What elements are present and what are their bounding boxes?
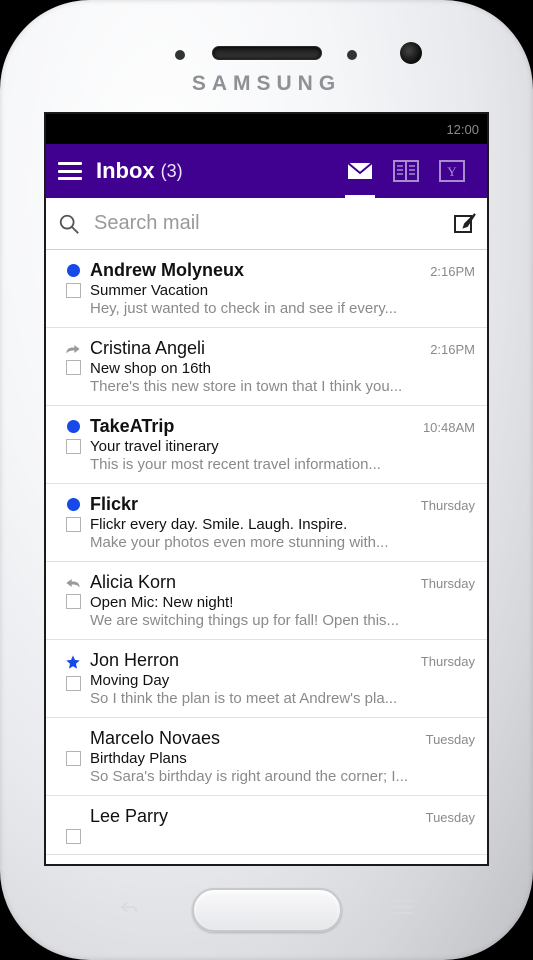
reply-icon [65,576,81,588]
mail-sender: Flickr [90,494,138,515]
mail-preview: So I think the plan is to meet at Andrew… [90,690,475,707]
select-checkbox[interactable] [66,283,81,298]
star-icon [65,654,81,670]
select-checkbox[interactable] [66,517,81,532]
select-checkbox[interactable] [66,439,81,454]
phone-brand: SAMSUNG [192,72,341,96]
phone-sensor [175,50,185,60]
mail-preview: There's this new store in town that I th… [90,378,475,395]
mail-subject: New shop on 16th [90,360,475,377]
mail-time: Thursday [421,576,475,591]
mail-item[interactable]: Cristina Angeli 2:16PM New shop on 16thThe… [46,328,487,406]
tab-mail[interactable] [337,144,383,198]
forward-icon [65,342,81,354]
phone-sensor [347,50,357,60]
unread-dot-icon [67,498,80,511]
mail-time: Tuesday [426,810,475,825]
select-checkbox[interactable] [66,751,81,766]
mail-item[interactable]: Marcelo Novaes Tuesday Birthday PlansSo Sa… [46,718,487,796]
mail-item[interactable]: Alicia Korn Thursday Open Mic: New night!W… [46,562,487,640]
mail-subject: Birthday Plans [90,750,475,767]
mail-sender: Marcelo Novaes [90,728,220,749]
svg-text:Y: Y [447,164,457,179]
phone-frame: SAMSUNG 12:00 Inbox (3) [0,0,533,960]
mail-subject: Moving Day [90,672,475,689]
mail-preview: Hey, just wanted to check in and see if … [90,300,475,317]
mail-subject: Flickr every day. Smile. Laugh. Inspire. [90,516,475,533]
mail-list[interactable]: Andrew Molyneux 2:16PM Summer VacationHey,… [46,250,487,864]
select-checkbox[interactable] [66,829,81,844]
app-header: Inbox (3) Y [46,144,487,198]
mail-subject: Open Mic: New night! [90,594,475,611]
phone-front-camera [400,42,422,64]
compose-button[interactable] [453,212,477,236]
mail-time: Thursday [421,498,475,513]
mail-preview: Make your photos even more stunning with… [90,534,475,551]
status-bar: 12:00 [46,114,487,144]
search-icon [58,213,80,235]
mail-item[interactable]: Jon Herron Thursday Moving DaySo I think t… [46,640,487,718]
mail-time: Thursday [421,654,475,669]
mail-subject: Summer Vacation [90,282,475,299]
select-checkbox[interactable] [66,676,81,691]
mail-sender: Cristina Angeli [90,338,205,359]
mail-sender: Jon Herron [90,650,179,671]
capacitive-back-button[interactable] [120,900,138,914]
mail-sender: TakeATrip [90,416,174,437]
mail-preview: So Sara's birthday is right around the c… [90,768,475,785]
mail-time: 2:16PM [430,264,475,279]
mail-item[interactable]: Andrew Molyneux 2:16PM Summer VacationHey,… [46,250,487,328]
mail-time: 10:48AM [423,420,475,435]
folder-title: Inbox [96,158,155,184]
select-checkbox[interactable] [66,594,81,609]
mail-preview: We are switching things up for fall! Ope… [90,612,475,629]
mail-preview: This is your most recent travel informat… [90,456,475,473]
home-button[interactable] [192,888,342,932]
mail-item[interactable]: Flickr Thursday Flickr every day. Smile. L… [46,484,487,562]
capacitive-menu-button[interactable] [393,900,413,914]
mail-item[interactable]: TakeATrip 10:48AM Your travel itineraryThi… [46,406,487,484]
mail-time: Tuesday [426,732,475,747]
mail-sender: Lee Parry [90,806,168,827]
phone-speaker [212,46,322,60]
folder-count: (3) [161,161,183,182]
tab-yahoo[interactable]: Y [429,144,475,198]
mail-time: 2:16PM [430,342,475,357]
unread-dot-icon [67,420,80,433]
mail-item[interactable]: Lee Parry Tuesday [46,796,487,855]
mail-sender: Andrew Molyneux [90,260,244,281]
tab-news[interactable] [383,144,429,198]
mail-sender: Alicia Korn [90,572,176,593]
select-checkbox[interactable] [66,360,81,375]
search-bar[interactable]: Search mail [46,198,487,250]
screen: 12:00 Inbox (3) Y Search mail [44,112,489,866]
mail-subject: Your travel itinerary [90,438,475,455]
search-placeholder: Search mail [94,212,453,235]
unread-dot-icon [67,264,80,277]
status-time: 12:00 [446,122,479,137]
menu-icon[interactable] [58,162,82,180]
